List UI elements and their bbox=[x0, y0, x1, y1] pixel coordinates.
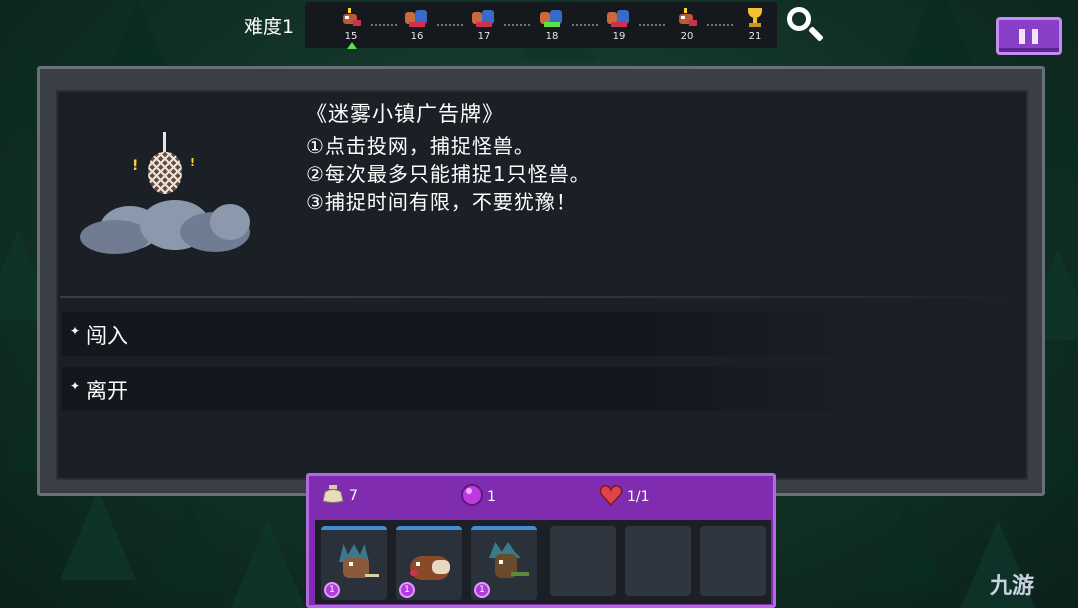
level-track: 15 16 17 18 19 20 21 bbox=[305, 2, 777, 49]
hedgehog-monster-icon bbox=[335, 540, 379, 586]
level-badge: 1 bbox=[474, 582, 490, 598]
heart-count: 1/1 bbox=[627, 489, 650, 505]
monster-slot-4[interactable] bbox=[550, 526, 616, 596]
boar-monster-icon bbox=[410, 540, 452, 586]
event-title: 《迷雾小镇广告牌》 bbox=[306, 102, 504, 126]
monster-slot-2[interactable]: 1 bbox=[396, 526, 462, 600]
event-rule-2: ②每次最多只能捕捉1只怪兽。 bbox=[306, 162, 591, 186]
potion-count: 7 bbox=[349, 488, 358, 504]
monster-slot-1[interactable]: 1 bbox=[321, 526, 387, 600]
potion-counter: 7 bbox=[321, 484, 358, 508]
trophy-icon bbox=[743, 8, 767, 30]
option-label: 离开 bbox=[86, 379, 128, 403]
level-node-15[interactable]: 15 bbox=[333, 6, 369, 49]
level-badge: 1 bbox=[399, 582, 415, 598]
monster-slot-6[interactable] bbox=[700, 526, 766, 596]
level-node-17[interactable]: 17 bbox=[466, 6, 502, 46]
level-number: 18 bbox=[545, 31, 559, 42]
inventory-panel: 7 1 1/1 1 1 1 bbox=[306, 473, 776, 608]
option-leave[interactable]: ✦ 离开 bbox=[62, 367, 892, 411]
level-number: 15 bbox=[344, 31, 358, 42]
option-label: 闯入 bbox=[86, 324, 128, 348]
path-dots bbox=[572, 24, 598, 28]
exclamation-icon: ! bbox=[190, 156, 196, 169]
level-number: 19 bbox=[612, 31, 626, 42]
battle-sprite-icon bbox=[540, 8, 564, 30]
path-dots bbox=[437, 24, 463, 28]
option-enter[interactable]: ✦ 闯入 bbox=[62, 312, 892, 356]
potion-icon bbox=[321, 484, 345, 508]
monster-slot-5[interactable] bbox=[625, 526, 691, 596]
divider bbox=[60, 296, 1010, 298]
top-bar: 难度1 15 16 17 18 19 20 21 bbox=[0, 0, 1078, 55]
orb-icon bbox=[461, 484, 483, 510]
pause-button[interactable] bbox=[996, 17, 1062, 55]
tree-monster-icon bbox=[485, 540, 529, 586]
event-rule-1: ①点击投网，捕捉怪兽。 bbox=[306, 134, 535, 158]
net-rope bbox=[163, 132, 166, 154]
level-node-18[interactable]: 18 bbox=[534, 6, 570, 46]
level-node-19[interactable]: 19 bbox=[601, 6, 637, 46]
path-dots bbox=[707, 24, 733, 28]
difficulty-label: 难度1 bbox=[244, 16, 295, 38]
level-number: 20 bbox=[680, 31, 694, 42]
heart-icon bbox=[599, 484, 623, 510]
search-button[interactable] bbox=[784, 4, 826, 46]
battle-sprite-icon bbox=[405, 8, 429, 30]
level-number: 17 bbox=[477, 31, 491, 42]
battle-sprite-icon bbox=[607, 8, 631, 30]
watermark-logo: 九游 bbox=[990, 574, 1035, 599]
orb-count: 1 bbox=[487, 489, 496, 505]
monster-slots: 1 1 1 bbox=[315, 520, 771, 604]
path-dots bbox=[639, 24, 665, 28]
boss-sprite-icon bbox=[339, 8, 363, 30]
level-node-16[interactable]: 16 bbox=[399, 6, 435, 46]
level-badge: 1 bbox=[324, 582, 340, 598]
event-illustration: ! ! bbox=[70, 128, 260, 258]
bullet-icon: ✦ bbox=[70, 324, 81, 338]
level-number: 16 bbox=[410, 31, 424, 42]
net-icon bbox=[148, 152, 182, 194]
level-node-21[interactable]: 21 bbox=[737, 6, 773, 46]
bullet-icon: ✦ bbox=[70, 379, 81, 393]
path-dots bbox=[504, 24, 530, 28]
boss-sprite-icon bbox=[675, 8, 699, 30]
path-dots bbox=[371, 24, 397, 28]
monster-slot-3[interactable]: 1 bbox=[471, 526, 537, 600]
orb-counter: 1 bbox=[461, 484, 496, 510]
exclamation-icon: ! bbox=[132, 158, 139, 174]
battle-sprite-icon bbox=[472, 8, 496, 30]
event-rule-3: ③捕捉时间有限，不要犹豫！ bbox=[306, 190, 577, 214]
level-number: 21 bbox=[748, 31, 762, 42]
current-level-marker bbox=[347, 42, 357, 49]
level-node-20[interactable]: 20 bbox=[669, 6, 705, 46]
heart-counter: 1/1 bbox=[599, 484, 650, 510]
